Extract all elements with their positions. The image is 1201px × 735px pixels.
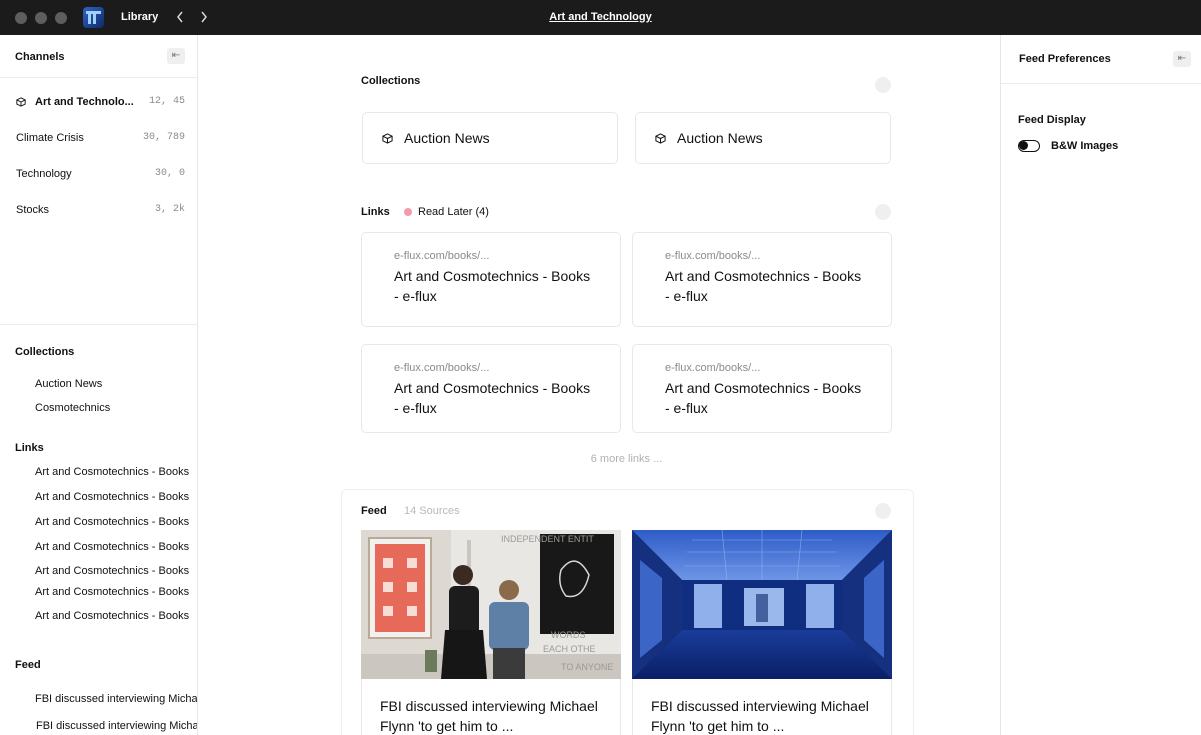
- link-item[interactable]: Art and Cosmotechnics - Books: [35, 491, 189, 503]
- svg-text:INDEPENDENT ENTIT: INDEPENDENT ENTIT: [501, 534, 594, 544]
- collections-more-button[interactable]: [875, 77, 891, 93]
- links-section-title: Links: [15, 442, 44, 454]
- feed-card[interactable]: INDEPENDENT ENTIT WORDS EACH OTHE TO ANY…: [361, 530, 621, 735]
- link-url: e-flux.com/books/...: [665, 362, 761, 374]
- channel-count: 30, 0: [154, 168, 185, 179]
- sidebar-divider: [0, 324, 197, 325]
- link-card[interactable]: e-flux.com/books/... Art and Cosmotechni…: [632, 344, 892, 433]
- feed-card-title: FBI discussed interviewing Michael Flynn…: [380, 698, 598, 734]
- channel-count: 30, 789: [142, 132, 185, 143]
- link-card[interactable]: e-flux.com/books/... Art and Cosmotechni…: [361, 344, 621, 433]
- links-title: Links: [361, 206, 390, 218]
- feed-card-title: FBI discussed interviewing Michael Flynn…: [651, 698, 869, 734]
- feed-card[interactable]: FBI discussed interviewing Michael Flynn…: [632, 530, 892, 735]
- window-title[interactable]: Art and Technology: [0, 11, 1201, 23]
- link-title: Art and Cosmotechnics - Books - e-flux: [394, 380, 591, 416]
- feed-item[interactable]: FBI discussed interviewing Michael: [35, 693, 197, 705]
- cube-icon: [16, 97, 26, 107]
- channel-name: Climate Crisis: [16, 132, 84, 144]
- channel-item-climate-crisis[interactable]: Climate Crisis 30, 789: [0, 128, 197, 148]
- video-installation-image: [632, 530, 892, 679]
- channel-count: 12, 45: [148, 96, 185, 107]
- feed-sources-count[interactable]: 14 Sources: [404, 505, 460, 517]
- link-card[interactable]: e-flux.com/books/... Art and Cosmotechni…: [632, 232, 892, 327]
- feed-more-button[interactable]: [875, 503, 891, 519]
- link-item[interactable]: Art and Cosmotechnics - Books: [35, 541, 189, 553]
- link-item[interactable]: Art and Cosmotechnics - Books: [35, 610, 189, 622]
- svg-text:EACH OTHE: EACH OTHE: [543, 644, 596, 654]
- feed-section-title: Feed: [15, 659, 41, 671]
- feed-title: Feed: [361, 505, 387, 517]
- channel-item-technology[interactable]: Technology 30, 0: [0, 164, 197, 184]
- more-links-button[interactable]: 6 more links ...: [361, 453, 892, 465]
- collapse-left-icon[interactable]: ⇤: [1173, 51, 1191, 67]
- link-title: Art and Cosmotechnics - Books - e-flux: [665, 268, 862, 304]
- feed-preferences-title: Feed Preferences: [1019, 53, 1111, 65]
- collection-card-label: Auction News: [404, 130, 490, 146]
- channel-name: Technology: [16, 168, 72, 180]
- link-item[interactable]: Art and Cosmotechnics - Books: [35, 586, 189, 598]
- collection-item[interactable]: Auction News: [35, 378, 102, 390]
- collections-section-title: Collections: [15, 346, 75, 358]
- link-url: e-flux.com/books/...: [394, 362, 490, 374]
- bw-images-label: B&W Images: [1051, 140, 1119, 152]
- channels-header: Channels ⇤: [0, 35, 197, 78]
- read-later-dot: [404, 208, 412, 216]
- bw-images-toggle[interactable]: [1018, 140, 1040, 152]
- feed-display-label: Feed Display: [1018, 114, 1086, 126]
- link-item[interactable]: Art and Cosmotechnics - Books: [35, 516, 189, 528]
- channels-title: Channels: [15, 51, 65, 63]
- link-card[interactable]: e-flux.com/books/... Art and Cosmotechni…: [361, 232, 621, 327]
- feed-item[interactable]: FBI discussed interviewing Michael: [36, 720, 197, 732]
- svg-text:TO ANYONE: TO ANYONE: [561, 662, 613, 672]
- collapse-left-icon[interactable]: ⇤: [167, 48, 185, 64]
- collection-card[interactable]: Auction News: [635, 112, 891, 164]
- link-url: e-flux.com/books/...: [394, 250, 490, 262]
- channel-item-art-and-technology[interactable]: Art and Technolo... 12, 45: [0, 92, 197, 112]
- link-title: Art and Cosmotechnics - Books - e-flux: [665, 380, 862, 416]
- collection-card-label: Auction News: [677, 130, 763, 146]
- collection-card[interactable]: Auction News: [362, 112, 618, 164]
- link-url: e-flux.com/books/...: [665, 250, 761, 262]
- collection-item[interactable]: Cosmotechnics: [35, 402, 110, 414]
- channel-item-stocks[interactable]: Stocks 3, 2k: [0, 200, 197, 220]
- link-title: Art and Cosmotechnics - Books - e-flux: [394, 268, 591, 304]
- link-item[interactable]: Art and Cosmotechnics - Books: [35, 565, 189, 577]
- channels-sidebar: Channels ⇤ Art and Technolo... 12, 45 Cl…: [0, 35, 198, 735]
- link-item[interactable]: Art and Cosmotechnics - Books: [35, 466, 189, 478]
- read-later-filter[interactable]: Read Later (4): [418, 206, 489, 218]
- title-bar: Library Art and Technology: [0, 0, 1201, 35]
- svg-text:WORDS: WORDS: [551, 630, 586, 640]
- feed-preferences-panel: Feed Preferences ⇤ Feed Display B&W Imag…: [1000, 35, 1201, 735]
- channel-name: Art and Technolo...: [35, 96, 134, 108]
- feed-preferences-header: Feed Preferences ⇤: [1001, 35, 1201, 84]
- channel-name: Stocks: [16, 204, 50, 216]
- links-more-button[interactable]: [875, 204, 891, 220]
- gallery-photo-image: INDEPENDENT ENTIT WORDS EACH OTHE TO ANY…: [361, 530, 621, 679]
- cube-icon: [382, 133, 393, 144]
- collections-title: Collections: [361, 75, 421, 87]
- cube-icon: [655, 133, 666, 144]
- channel-count: 3, 2k: [154, 204, 185, 215]
